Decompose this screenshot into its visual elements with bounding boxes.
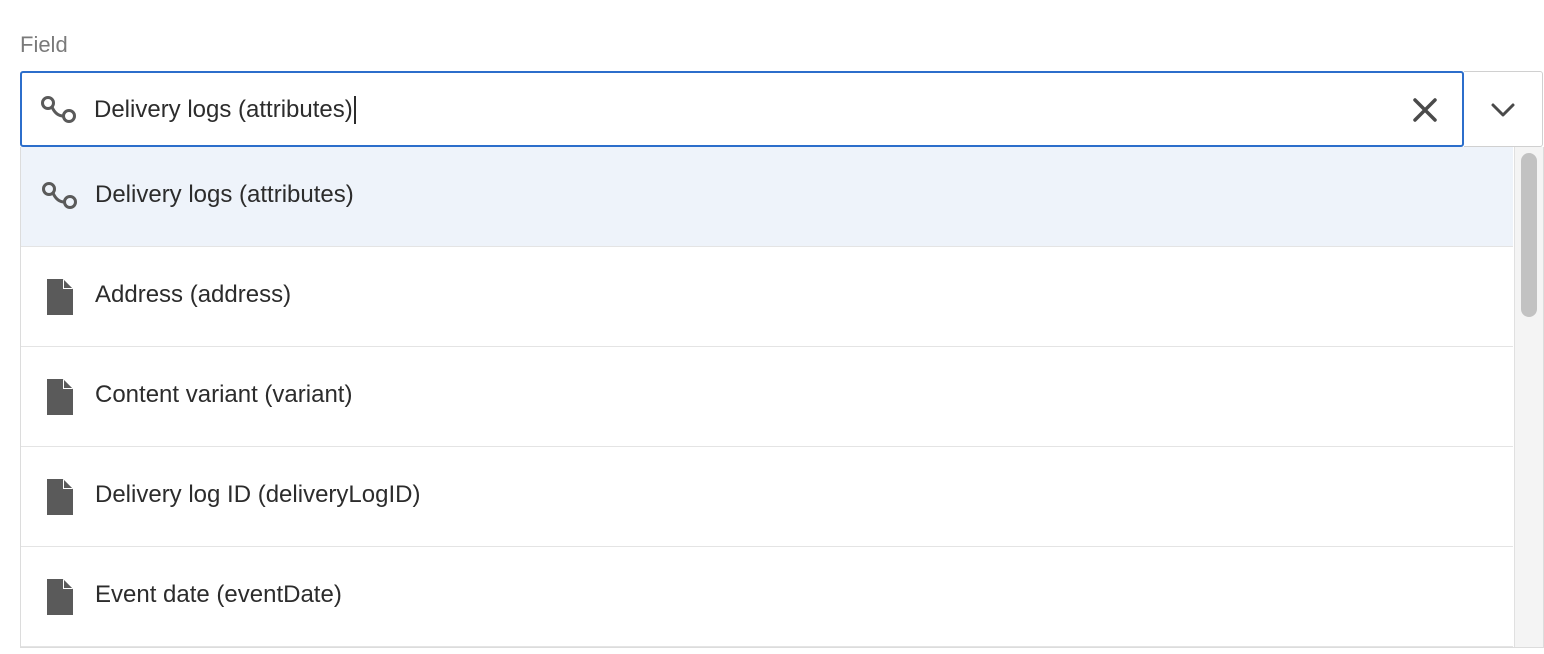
scrollbar-thumb[interactable] bbox=[1521, 153, 1537, 317]
link-icon bbox=[40, 95, 78, 125]
list-item-label: Address (address) bbox=[95, 281, 292, 308]
list-item-label: Content variant (variant) bbox=[95, 381, 353, 408]
text-cursor bbox=[353, 96, 356, 124]
file-icon bbox=[41, 478, 79, 516]
list-item[interactable]: Address (address) bbox=[21, 247, 1513, 347]
chevron-down-icon bbox=[1491, 103, 1515, 117]
field-input-value: Delivery logs (attributes) bbox=[94, 96, 353, 123]
link-icon bbox=[41, 181, 79, 219]
field-combobox: Delivery logs (attributes) bbox=[20, 71, 1544, 147]
list-item-label: Delivery log ID (deliveryLogID) bbox=[95, 481, 421, 508]
field-options-listbox: Delivery logs (attributes) Address (addr… bbox=[20, 147, 1544, 648]
list-item-label: Delivery logs (attributes) bbox=[95, 181, 354, 208]
file-icon bbox=[41, 378, 79, 416]
clear-button[interactable] bbox=[1408, 93, 1442, 127]
field-label: Field bbox=[20, 32, 68, 57]
list-item-label: Event date (eventDate) bbox=[95, 581, 342, 608]
file-icon bbox=[41, 278, 79, 316]
list-item[interactable]: Event date (eventDate) bbox=[21, 547, 1513, 647]
dropdown-button[interactable] bbox=[1464, 71, 1543, 147]
list-item[interactable]: Content variant (variant) bbox=[21, 347, 1513, 447]
close-icon bbox=[1413, 98, 1437, 122]
file-icon bbox=[41, 578, 79, 616]
listbox-scrollbar[interactable] bbox=[1514, 147, 1543, 647]
field-input[interactable]: Delivery logs (attributes) bbox=[20, 71, 1464, 147]
list-item[interactable]: Delivery log ID (deliveryLogID) bbox=[21, 447, 1513, 547]
list-item[interactable]: Delivery logs (attributes) bbox=[21, 147, 1513, 247]
